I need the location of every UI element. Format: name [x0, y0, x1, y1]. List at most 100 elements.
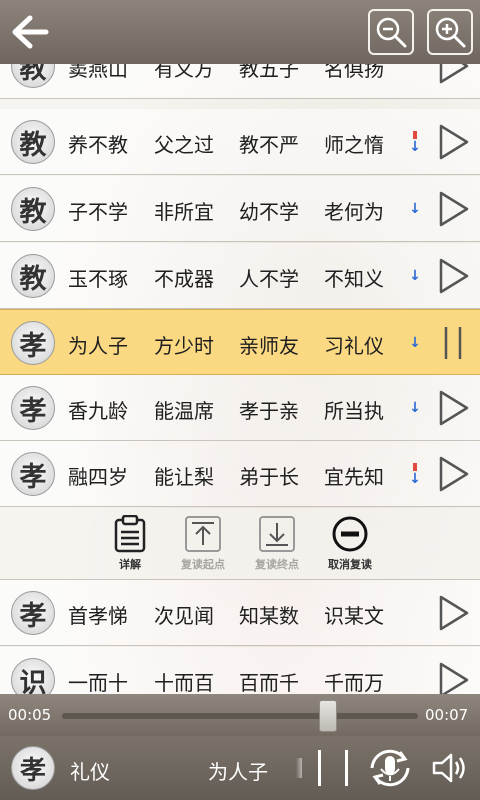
repeat-marker: ↓: [409, 328, 421, 358]
repeat-start-label: 复读起点: [181, 558, 225, 571]
detail-label: 详解: [119, 558, 141, 571]
verse-phrase: 幼不学: [239, 200, 299, 224]
chapter-badge: 孝: [11, 452, 55, 496]
arrow-down-icon: ↓: [409, 335, 421, 351]
verse-phrase: 识某文: [324, 604, 384, 628]
row-play-button[interactable]: [434, 190, 472, 228]
repeat-end-label: 复读终点: [255, 558, 299, 571]
verse-phrase: 非所宜: [154, 200, 214, 224]
duration-time: 00:07: [425, 706, 469, 724]
play-icon: [439, 64, 469, 84]
verse-row[interactable]: 识一而十 十而百 百而千 千而万: [0, 647, 480, 694]
zoom-out-button[interactable]: [368, 9, 414, 55]
row-play-button[interactable]: [434, 389, 472, 427]
cancel-repeat-label: 取消复读: [328, 558, 372, 571]
verse-phrase: 香九龄: [68, 399, 128, 423]
mic-repeat-icon: [370, 749, 410, 787]
verse-phrase: 融四岁: [68, 465, 128, 489]
verse-row[interactable]: 教窦燕山 有义方 教五子 名俱扬: [0, 64, 480, 99]
chapter-badge: 教: [11, 120, 55, 164]
zoom-in-icon: [435, 17, 466, 48]
repeat-marker: ↓: [409, 194, 421, 224]
player-badge: 孝: [11, 746, 55, 790]
row-play-button[interactable]: [434, 257, 472, 295]
verse-row[interactable]: 教玉不琢 不成器 人不学 不知义 ↓: [0, 243, 480, 309]
verse-phrase: 百而千: [239, 671, 299, 694]
play-icon: [439, 258, 469, 294]
verse-phrase: 知某数: [239, 604, 299, 628]
row-play-button[interactable]: [434, 123, 472, 161]
play-icon: [439, 124, 469, 160]
repeat-record-button[interactable]: [366, 746, 414, 790]
row-pause-button[interactable]: [434, 324, 472, 362]
arrow-down-icon: ↓: [409, 400, 421, 416]
repeat-marker: ↓: [409, 393, 421, 423]
repeat-marker: ↓: [409, 261, 421, 291]
verse-phrase: 首孝悌: [68, 604, 128, 628]
repeat-start-button[interactable]: 复读起点: [168, 514, 238, 576]
verse-phrase: 教不严: [239, 133, 299, 157]
verse-phrase: 一而十: [68, 671, 128, 694]
zoom-out-icon: [376, 17, 407, 48]
verse-row[interactable]: 孝融四岁 能让梨 弟于长 宜先知 ↓: [0, 441, 480, 507]
play-icon: [439, 390, 469, 426]
verse-phrase: 有义方: [154, 64, 214, 81]
arrow-left-icon: [12, 15, 49, 49]
pause-icon: [444, 327, 462, 359]
verse-list[interactable]: 教窦燕山 有义方 教五子 名俱扬教养不教 父之过 教不严 师之惰 ↓ 教子不学 非所宜 幼不学 老何为…: [0, 64, 480, 694]
arrow-down-icon: ↓: [409, 268, 421, 284]
play-icon: [439, 662, 469, 694]
speaker-icon: [432, 753, 465, 783]
verse-phrase: 亲师友: [239, 334, 299, 358]
detail-button[interactable]: 详解: [95, 514, 165, 576]
verse-phrase: 能温席: [154, 399, 214, 423]
clipboard-icon: [114, 515, 146, 553]
verse-phrase: 名俱扬: [324, 64, 384, 81]
verse-phrase: 不知义: [324, 267, 384, 291]
marker-red-bar: [413, 462, 417, 471]
back-button[interactable]: [8, 10, 52, 54]
chapter-badge: 孝: [11, 386, 55, 430]
zoom-in-button[interactable]: [427, 9, 473, 55]
current-text: 为人子: [208, 760, 268, 784]
verse-row[interactable]: 孝为人子 方少时 亲师友 习礼仪 ↓: [0, 309, 480, 375]
verse-phrase: 人不学: [239, 267, 299, 291]
verse-phrase: 养不教: [68, 133, 128, 157]
previous-text: 礼仪: [70, 760, 110, 784]
repeat-marker: ↓: [409, 127, 421, 157]
arrow-down-icon: ↓: [409, 470, 421, 487]
verse-row[interactable]: 孝香九龄 能温席 孝于亲 所当执 ↓: [0, 375, 480, 441]
row-play-button[interactable]: [434, 64, 472, 85]
verse-phrase: 父之过: [154, 133, 214, 157]
minus-circle-icon: [332, 516, 368, 552]
row-play-button[interactable]: [434, 661, 472, 694]
chapter-badge: 教: [11, 64, 55, 88]
seek-track[interactable]: [62, 700, 418, 732]
play-icon: [439, 595, 469, 631]
verse-row[interactable]: 教子不学 非所宜 幼不学 老何为 ↓: [0, 176, 480, 242]
verse-phrase: 不成器: [154, 267, 214, 291]
verse-phrase: 所当执: [324, 399, 384, 423]
repeat-toolbar: 详解 复读起点 复读终点 取消复读: [0, 508, 480, 580]
row-play-button[interactable]: [434, 594, 472, 632]
verse-row[interactable]: 教养不教 父之过 教不严 师之惰 ↓: [0, 109, 480, 175]
row-play-button[interactable]: [434, 455, 472, 493]
verse-phrase: 习礼仪: [324, 334, 384, 358]
chapter-badge: 教: [11, 187, 55, 231]
cancel-repeat-button[interactable]: 取消复读: [315, 514, 385, 576]
arrow-down-icon: ↓: [409, 201, 421, 217]
verse-phrase: 为人子: [68, 334, 128, 358]
verse-row[interactable]: 孝首孝悌 次见闻 知某数 识某文: [0, 580, 480, 646]
next-text-fade: [296, 758, 302, 778]
verse-phrase: 次见闻: [154, 604, 214, 628]
verse-phrase: 能让梨: [154, 465, 214, 489]
repeat-end-button[interactable]: 复读终点: [242, 514, 312, 576]
verse-phrase: 弟于长: [239, 465, 299, 489]
pause-button[interactable]: [318, 750, 348, 786]
play-icon: [439, 191, 469, 227]
seek-thumb[interactable]: [318, 700, 337, 732]
download-icon: [259, 516, 295, 552]
verse-phrase: 教五子: [239, 64, 299, 81]
volume-button[interactable]: [430, 748, 472, 788]
player-bar: 孝 礼仪 为人子: [0, 736, 480, 800]
